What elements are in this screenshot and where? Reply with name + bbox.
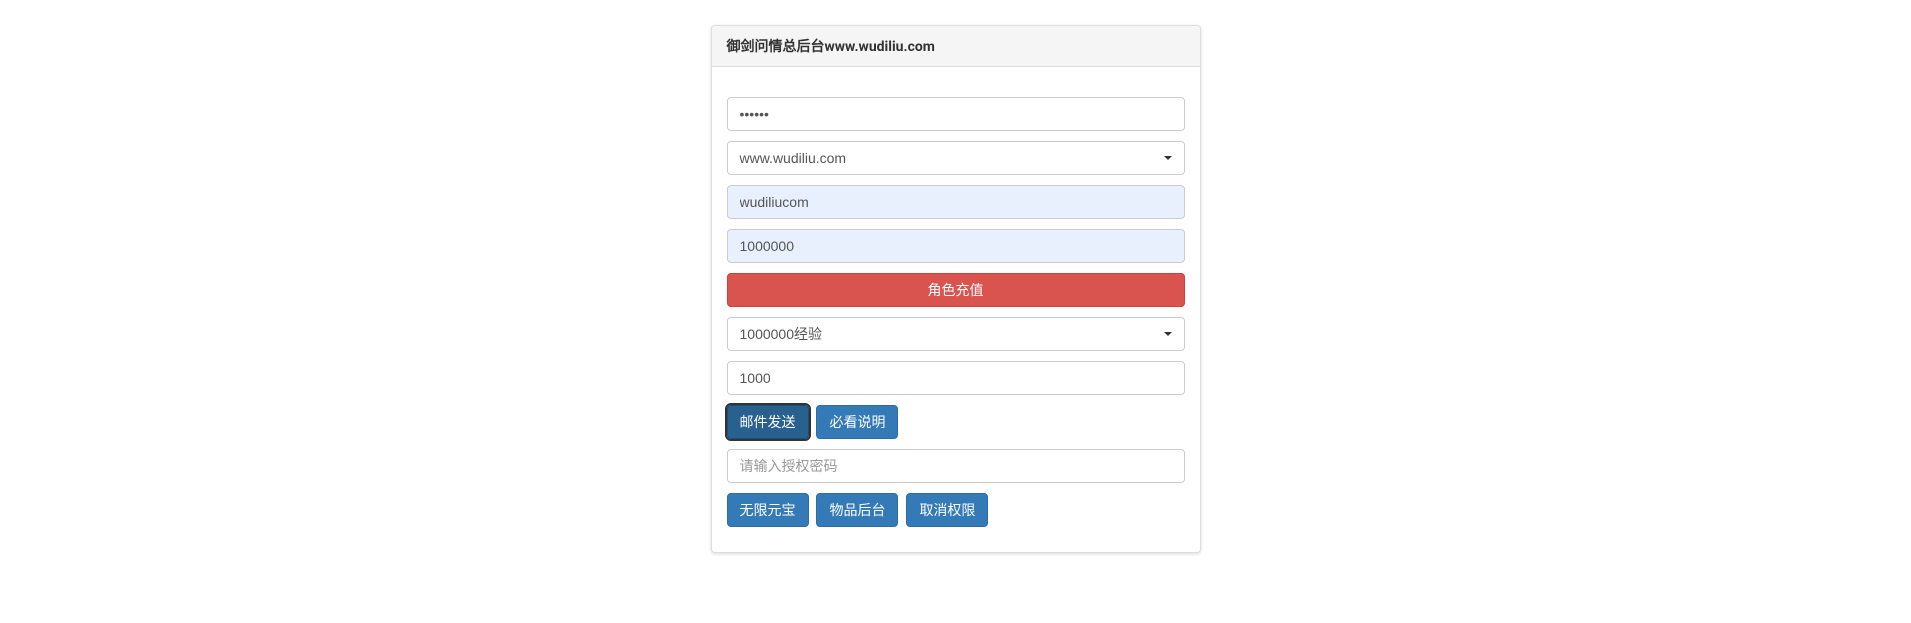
panel-body: www.wudiliu.com 角色充值 1000000经验 邮件发送 必看说明… [712,67,1200,552]
server-dropdown[interactable]: www.wudiliu.com [727,141,1185,175]
panel-title: 御剑问情总后台www.wudiliu.com [727,36,1185,56]
unlimited-gold-button[interactable]: 无限元宝 [727,493,809,527]
server-dropdown-label: www.wudiliu.com [740,150,847,166]
caret-down-icon [1164,332,1172,336]
panel-header: 御剑问情总后台www.wudiliu.com [712,26,1200,67]
amount-field[interactable] [727,229,1185,263]
admin-panel: 御剑问情总后台www.wudiliu.com www.wudiliu.com 角… [711,25,1201,553]
reward-dropdown-label: 1000000经验 [740,326,823,342]
reward-dropdown[interactable]: 1000000经验 [727,317,1185,351]
password-field[interactable] [727,97,1185,131]
instructions-button[interactable]: 必看说明 [816,405,898,439]
quantity-field[interactable] [727,361,1185,395]
send-mail-button[interactable]: 邮件发送 [727,405,809,439]
auth-password-field[interactable] [727,449,1185,483]
item-backend-button[interactable]: 物品后台 [816,493,898,527]
mail-button-row: 邮件发送 必看说明 [727,405,1185,439]
action-button-row: 无限元宝 物品后台 取消权限 [727,493,1185,527]
cancel-permission-button[interactable]: 取消权限 [906,493,988,527]
username-field[interactable] [727,185,1185,219]
caret-down-icon [1164,156,1172,160]
recharge-button[interactable]: 角色充值 [727,273,1185,307]
